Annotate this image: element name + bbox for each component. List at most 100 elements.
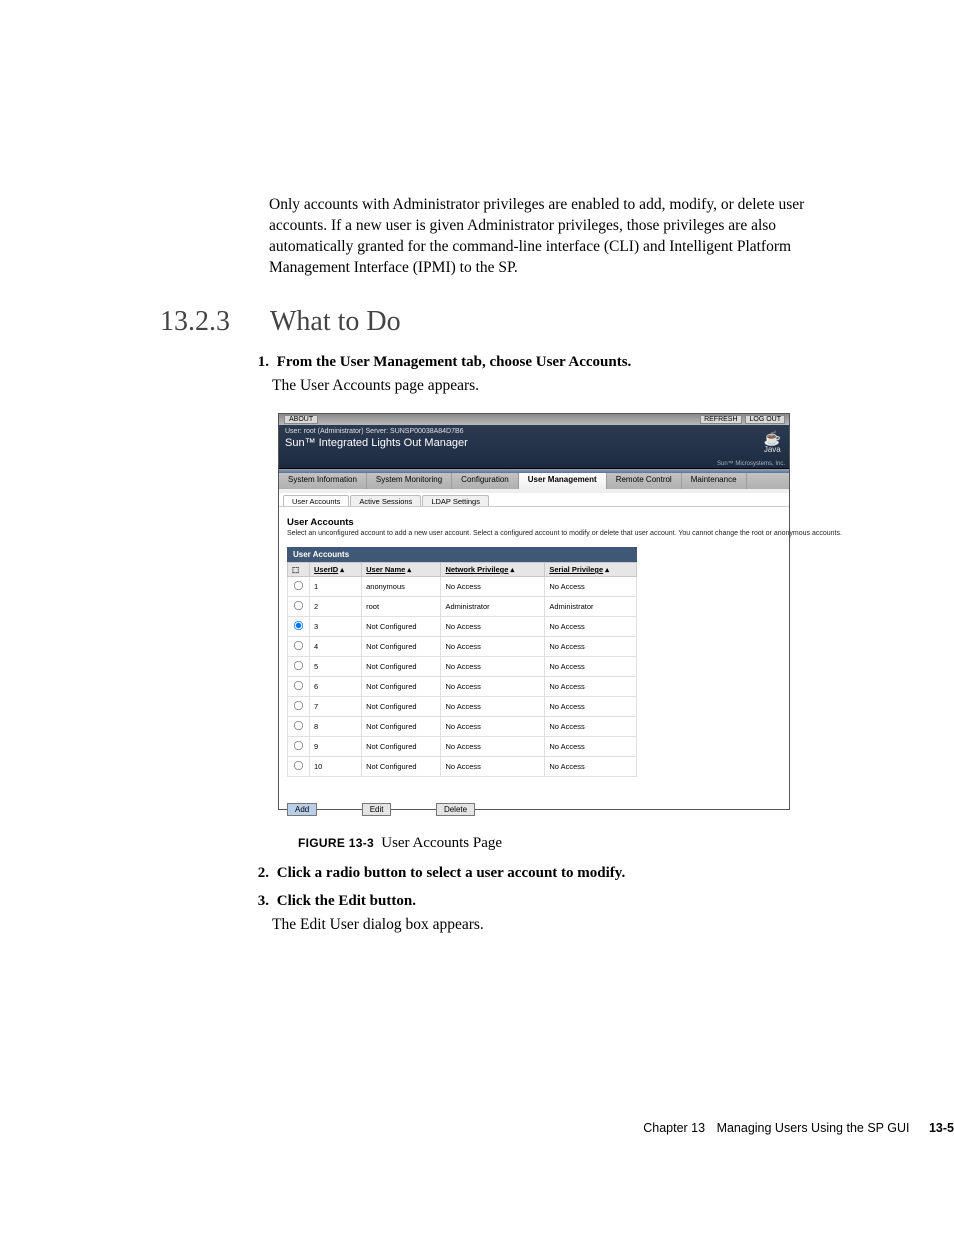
cell-serial-priv: No Access xyxy=(545,737,637,757)
main-tab-system-monitoring[interactable]: System Monitoring xyxy=(367,473,452,489)
row-select-radio[interactable] xyxy=(294,661,303,670)
step-3-text: Click the Edit button. xyxy=(277,893,416,909)
main-tab-configuration[interactable]: Configuration xyxy=(452,473,519,489)
section-title: What to Do xyxy=(270,306,401,338)
figure-caption-text: User Accounts Page xyxy=(381,835,502,851)
topbar-right: REFRESH LOG OUT xyxy=(698,415,785,424)
user-accounts-table: ⬚ UserID ▴ User Name ▴ Network Privilege… xyxy=(287,562,637,777)
java-text: Java xyxy=(764,445,781,454)
table-row[interactable]: 3Not ConfiguredNo AccessNo Access xyxy=(288,617,637,637)
table-row[interactable]: 2rootAdministratorAdministrator xyxy=(288,597,637,617)
row-select-radio[interactable] xyxy=(294,761,303,770)
cell-serial-priv: No Access xyxy=(545,617,637,637)
row-select-radio[interactable] xyxy=(294,681,303,690)
cell-select[interactable] xyxy=(288,597,310,617)
cell-network-priv: No Access xyxy=(441,697,545,717)
refresh-button[interactable]: REFRESH xyxy=(700,415,741,424)
row-select-radio[interactable] xyxy=(294,601,303,610)
about-button[interactable]: ABOUT xyxy=(284,415,318,424)
table-row[interactable]: 10Not ConfiguredNo AccessNo Access xyxy=(288,757,637,777)
cell-serial-priv: Administrator xyxy=(545,597,637,617)
cell-network-priv: No Access xyxy=(441,577,545,597)
cell-select[interactable] xyxy=(288,697,310,717)
main-tab-system-information[interactable]: System Information xyxy=(279,473,367,489)
cell-select[interactable] xyxy=(288,657,310,677)
col-serial-priv[interactable]: Serial Privilege ▴ xyxy=(545,563,637,577)
sub-tab-active-sessions[interactable]: Active Sessions xyxy=(350,495,421,506)
cell-network-priv: No Access xyxy=(441,637,545,657)
cell-select[interactable] xyxy=(288,737,310,757)
cell-select[interactable] xyxy=(288,577,310,597)
main-tab-user-management[interactable]: User Management xyxy=(519,473,607,489)
step-1: 1. From the User Management tab, choose … xyxy=(253,354,631,371)
cell-username: Not Configured xyxy=(362,757,441,777)
cell-select[interactable] xyxy=(288,717,310,737)
row-select-radio[interactable] xyxy=(294,641,303,650)
select-sort-icon: ⬚ xyxy=(292,565,299,574)
cell-network-priv: No Access xyxy=(441,717,545,737)
user-server-line: User: root (Administrator) Server: SUNSP… xyxy=(285,428,783,435)
cell-network-priv: No Access xyxy=(441,737,545,757)
cell-select[interactable] xyxy=(288,637,310,657)
step-1-body: The User Accounts page appears. xyxy=(272,377,479,395)
cell-username: Not Configured xyxy=(362,657,441,677)
cell-network-priv: No Access xyxy=(441,677,545,697)
cell-serial-priv: No Access xyxy=(545,697,637,717)
cell-select[interactable] xyxy=(288,757,310,777)
figure-caption: FIGURE 13-3 User Accounts Page xyxy=(298,835,502,852)
main-tab-remote-control[interactable]: Remote Control xyxy=(607,473,682,489)
col-userid[interactable]: UserID ▴ xyxy=(310,563,362,577)
cell-username: Not Configured xyxy=(362,697,441,717)
logout-button[interactable]: LOG OUT xyxy=(745,415,785,424)
section-heading: User Accounts xyxy=(287,517,781,528)
table-row[interactable]: 7Not ConfiguredNo AccessNo Access xyxy=(288,697,637,717)
step-1-text: From the User Management tab, choose Use… xyxy=(277,354,632,370)
row-select-radio[interactable] xyxy=(294,581,303,590)
cell-userid: 5 xyxy=(310,657,362,677)
main-tab-maintenance[interactable]: Maintenance xyxy=(682,473,747,489)
table-row[interactable]: 1anonymousNo AccessNo Access xyxy=(288,577,637,597)
row-select-radio[interactable] xyxy=(294,721,303,730)
cell-userid: 7 xyxy=(310,697,362,717)
table-row[interactable]: 9Not ConfiguredNo AccessNo Access xyxy=(288,737,637,757)
header-banner: User: root (Administrator) Server: SUNSP… xyxy=(279,425,789,469)
sub-tab-bar: User AccountsActive SessionsLDAP Setting… xyxy=(279,493,789,507)
step-2-text: Click a radio button to select a user ac… xyxy=(277,865,625,881)
sub-tab-ldap-settings[interactable]: LDAP Settings xyxy=(422,495,489,506)
cell-userid: 2 xyxy=(310,597,362,617)
cell-network-priv: No Access xyxy=(441,757,545,777)
figure-label: FIGURE 13-3 xyxy=(298,836,374,850)
row-select-radio[interactable] xyxy=(294,701,303,710)
screenshot-user-accounts: ABOUT REFRESH LOG OUT User: root (Admini… xyxy=(278,413,790,810)
cell-userid: 4 xyxy=(310,637,362,657)
java-cup-icon: ☕ xyxy=(764,431,781,445)
delete-button[interactable]: Delete xyxy=(436,803,475,816)
section-description: Select an unconfigured account to add a … xyxy=(287,530,781,537)
cell-select[interactable] xyxy=(288,617,310,637)
row-select-radio[interactable] xyxy=(294,621,303,630)
step-1-number: 1. xyxy=(253,354,269,371)
col-username[interactable]: User Name ▴ xyxy=(362,563,441,577)
table-row[interactable]: 8Not ConfiguredNo AccessNo Access xyxy=(288,717,637,737)
row-select-radio[interactable] xyxy=(294,741,303,750)
col-network-priv[interactable]: Network Privilege ▴ xyxy=(441,563,545,577)
cell-serial-priv: No Access xyxy=(545,717,637,737)
section-number: 13.2.3 xyxy=(160,306,230,338)
table-row[interactable]: 4Not ConfiguredNo AccessNo Access xyxy=(288,637,637,657)
sub-tab-user-accounts[interactable]: User Accounts xyxy=(283,495,349,506)
add-button[interactable]: Add xyxy=(287,803,317,816)
window-topbar: ABOUT REFRESH LOG OUT xyxy=(279,414,789,425)
table-row[interactable]: 6Not ConfiguredNo AccessNo Access xyxy=(288,677,637,697)
edit-button[interactable]: Edit xyxy=(362,803,392,816)
col-select[interactable]: ⬚ xyxy=(288,563,310,577)
content-area: User Accounts Select an unconfigured acc… xyxy=(279,507,789,823)
cell-username: Not Configured xyxy=(362,737,441,757)
cell-userid: 6 xyxy=(310,677,362,697)
user-accounts-table-wrap: User Accounts ⬚ UserID ▴ User Name ▴ Net… xyxy=(287,547,637,777)
table-body: 1anonymousNo AccessNo Access2rootAdminis… xyxy=(288,577,637,777)
table-row[interactable]: 5Not ConfiguredNo AccessNo Access xyxy=(288,657,637,677)
cell-serial-priv: No Access xyxy=(545,637,637,657)
footer-chapter: Chapter 13 xyxy=(643,1121,705,1135)
step-3-number: 3. xyxy=(253,893,269,910)
cell-select[interactable] xyxy=(288,677,310,697)
